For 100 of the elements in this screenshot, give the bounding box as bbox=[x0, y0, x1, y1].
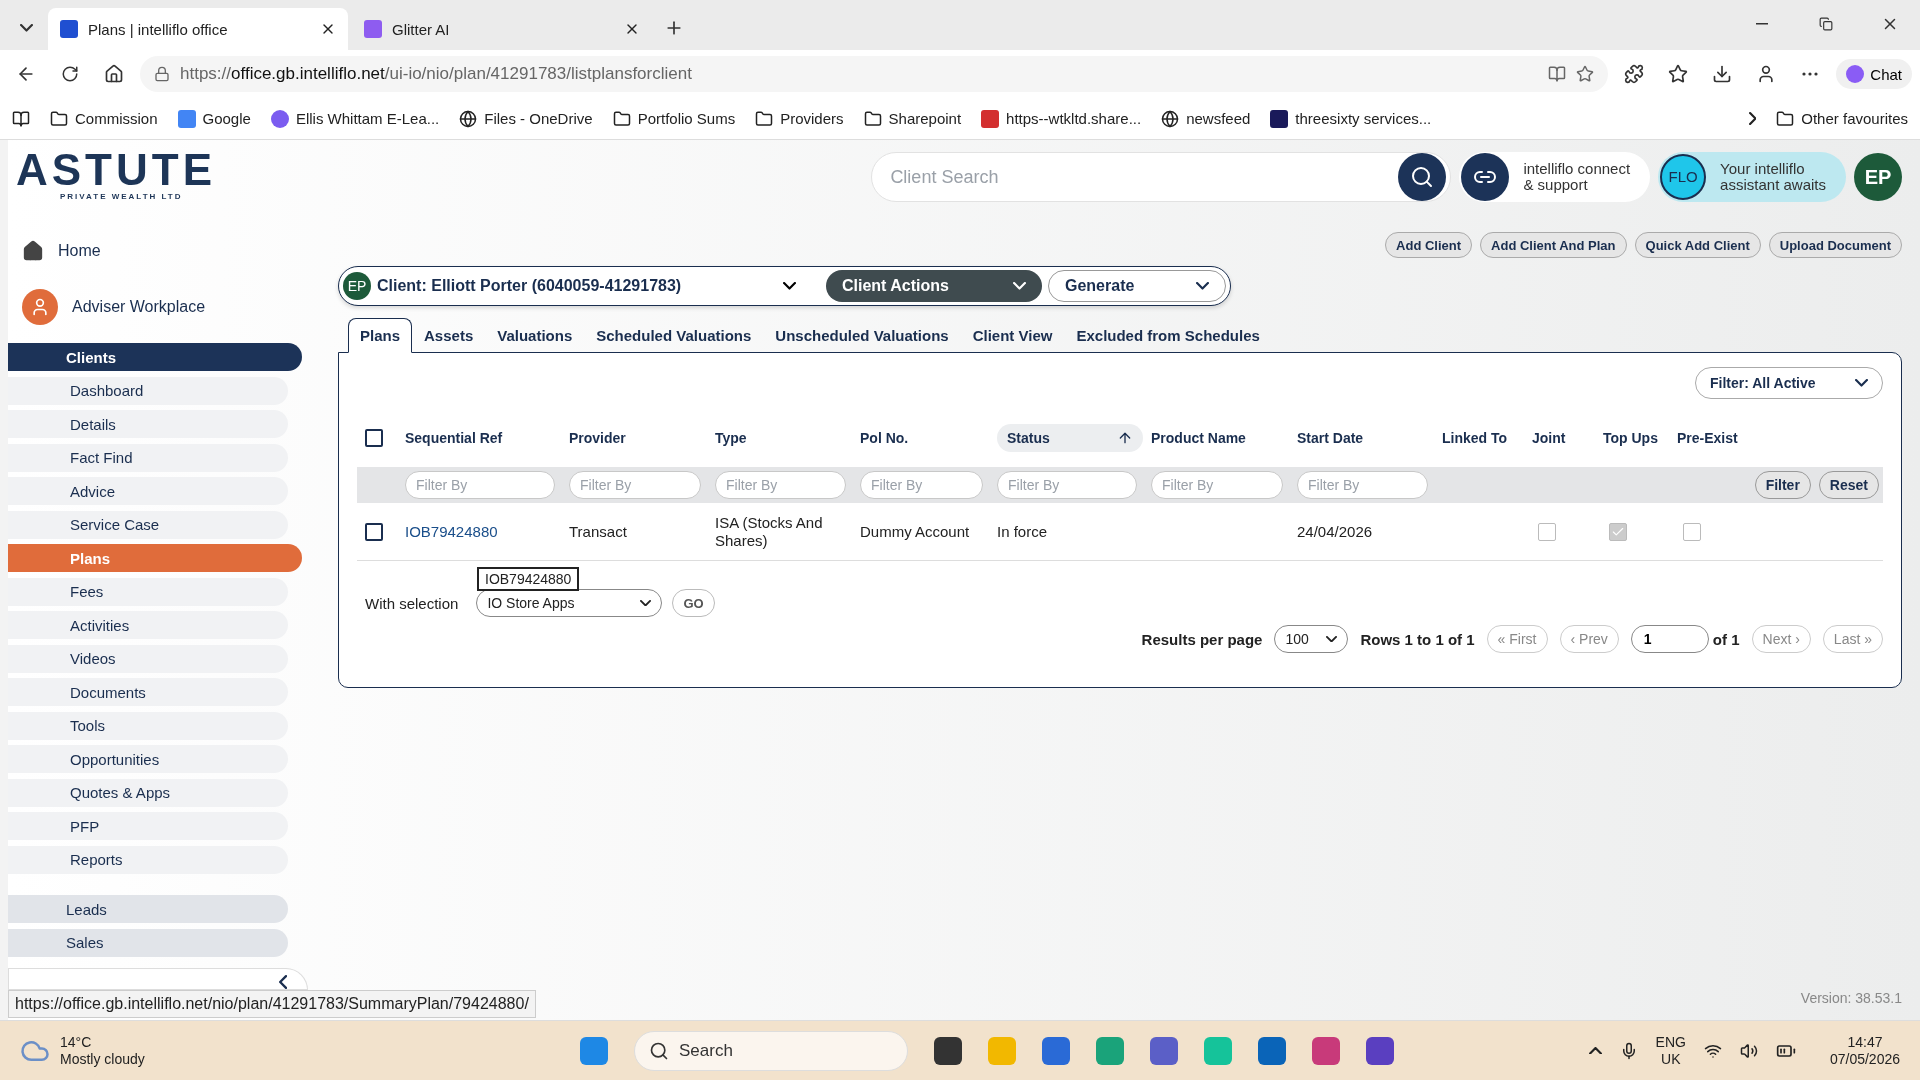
filter-input[interactable]: Filter By bbox=[997, 471, 1137, 499]
filter-input[interactable]: Filter By bbox=[569, 471, 701, 499]
first-page-button[interactable]: « First bbox=[1486, 625, 1548, 653]
filter-input[interactable]: Filter By bbox=[1151, 471, 1283, 499]
page-tab[interactable]: Excluded from Schedules bbox=[1064, 318, 1272, 353]
action-button[interactable]: Upload Document bbox=[1768, 232, 1902, 258]
sidebar-item[interactable]: Opportunities bbox=[8, 745, 288, 773]
column-header[interactable]: Status bbox=[997, 424, 1143, 452]
sidebar-item[interactable]: PFP bbox=[8, 812, 288, 840]
assistant-text: Your intelliflo bbox=[1720, 160, 1806, 177]
home-link[interactable]: Home bbox=[8, 231, 318, 271]
select-all-checkbox[interactable] bbox=[365, 429, 383, 447]
sidebar-item[interactable]: Fees bbox=[8, 577, 288, 606]
column-header[interactable]: Joint bbox=[1532, 428, 1603, 448]
reset-button[interactable]: Reset bbox=[1818, 471, 1879, 499]
bookmark-link[interactable]: Other favourites bbox=[1776, 109, 1908, 128]
prev-page-button[interactable]: ‹ Prev bbox=[1559, 625, 1619, 653]
column-header[interactable]: Provider bbox=[569, 428, 715, 448]
bookmark-link[interactable]: Providers bbox=[755, 109, 844, 128]
bookmark-link[interactable]: Files - OneDrive bbox=[459, 109, 593, 128]
star-icon bbox=[1576, 65, 1595, 83]
browser-tab[interactable]: Glitter AI bbox=[352, 8, 652, 50]
page-tab[interactable]: Scheduled Valuations bbox=[584, 318, 764, 353]
clock-time[interactable]: 14:47 bbox=[1829, 1033, 1900, 1051]
filter-input[interactable]: Filter By bbox=[860, 471, 983, 499]
chat-button[interactable]: Chat bbox=[1836, 59, 1912, 89]
sidebar-item[interactable]: Videos bbox=[8, 644, 288, 673]
google-icon bbox=[177, 109, 196, 128]
go-button[interactable]: GO bbox=[672, 589, 715, 617]
status-cell-text: In force bbox=[997, 522, 1049, 541]
column-header[interactable]: Linked To bbox=[1442, 428, 1532, 448]
bookmark-link[interactable]: Portfolio Sums bbox=[612, 109, 736, 128]
sidebar-item[interactable]: Service Case bbox=[8, 510, 288, 539]
sidebar-item[interactable]: Clients bbox=[8, 343, 302, 371]
sidebar-item[interactable]: Fact Find bbox=[8, 443, 288, 472]
bookmark-link[interactable]: Sharepoint bbox=[863, 109, 962, 128]
column-header[interactable]: Pre-Exist bbox=[1677, 428, 1751, 448]
bookmark-link[interactable]: Google bbox=[177, 109, 251, 128]
sidebar-item[interactable]: Advice bbox=[8, 477, 288, 505]
column-header[interactable]: Start Date bbox=[1297, 428, 1442, 448]
puzzle-icon bbox=[1624, 64, 1645, 84]
clock-date[interactable]: 07/05/2026 bbox=[1829, 1050, 1900, 1068]
generate-button[interactable]: Generate bbox=[1048, 270, 1226, 302]
language[interactable]: ENG bbox=[1655, 1033, 1686, 1051]
column-header[interactable]: Pol No. bbox=[860, 428, 997, 448]
bookmark-link[interactable]: https--wtkltd.share... bbox=[981, 109, 1142, 128]
bookmark-link[interactable]: newsfeed bbox=[1161, 109, 1251, 128]
sidebar-item[interactable]: Details bbox=[8, 410, 288, 438]
sidebar-item[interactable]: Sales bbox=[8, 928, 288, 957]
page-tab[interactable]: Plans bbox=[348, 318, 413, 353]
page-tab[interactable]: Unscheduled Valuations bbox=[763, 318, 961, 353]
client-search-field[interactable]: Client Search bbox=[888, 165, 1399, 189]
sidebar-item[interactable]: Activities bbox=[8, 611, 288, 639]
start-button[interactable] bbox=[580, 1036, 608, 1065]
page-tab[interactable]: Valuations bbox=[485, 318, 585, 353]
last-page-button[interactable]: Last » bbox=[1822, 625, 1883, 653]
sidebar-item[interactable]: Quotes & Apps bbox=[8, 778, 288, 807]
taskbar-search[interactable]: Search bbox=[634, 1030, 908, 1071]
workplace-link[interactable]: Adviser Workplace bbox=[8, 287, 318, 327]
sidebar-item[interactable]: Leads bbox=[8, 895, 288, 923]
column-header[interactable]: Product Name bbox=[1151, 428, 1297, 448]
taskbar-app-icon[interactable] bbox=[934, 1036, 962, 1065]
taskbar-app-icon[interactable] bbox=[1366, 1036, 1394, 1065]
filter-input[interactable]: Filter By bbox=[405, 471, 555, 499]
chevron-down-icon bbox=[1013, 282, 1026, 290]
url-text: https://office.gb.intelliflo.net/ui-io/nio/plan/41291783/listplansforclient bbox=[180, 64, 692, 84]
column-header[interactable]: Type bbox=[715, 428, 860, 448]
address-bar[interactable]: https://office.gb.intelliflo.net/ui-io/nio/plan/41291783/listplansforclient bbox=[140, 56, 1609, 92]
taskbar-app-icon[interactable] bbox=[1258, 1036, 1286, 1065]
search-button[interactable] bbox=[1398, 153, 1447, 201]
sidebar-item[interactable]: Tools bbox=[8, 711, 288, 740]
assistant-button[interactable]: FLO Your intelliflo assistant awaits bbox=[1658, 152, 1846, 202]
page-number-field[interactable]: 1 bbox=[1630, 625, 1709, 653]
sidebar-item[interactable]: Documents bbox=[8, 678, 288, 706]
bookmark-link[interactable]: Ellis Whittam E-Lea... bbox=[270, 109, 440, 128]
action-button[interactable]: Add Client bbox=[1385, 232, 1473, 258]
page-tab[interactable]: Client View bbox=[960, 318, 1065, 353]
connect-support-button[interactable]: intelliflo connect & support bbox=[1459, 152, 1651, 202]
taskbar-app-icon[interactable] bbox=[1150, 1036, 1178, 1065]
browser-tab[interactable]: Plans | intelliflo office bbox=[48, 8, 348, 50]
bookmark-link[interactable]: Commission bbox=[50, 109, 158, 128]
client-actions-button[interactable]: Client Actions bbox=[826, 270, 1042, 302]
action-button[interactable]: Quick Add Client bbox=[1634, 232, 1761, 258]
with-selection-label: With selection bbox=[365, 594, 459, 612]
column-header[interactable]: Sequential Ref bbox=[405, 428, 569, 448]
search-bar[interactable]: Client Search bbox=[871, 152, 1452, 202]
next-page-button[interactable]: Next › bbox=[1751, 625, 1811, 653]
action-button[interactable]: Add Client And Plan bbox=[1480, 232, 1627, 258]
page-tab[interactable]: Assets bbox=[412, 318, 486, 353]
plan-ref-link[interactable]: IOB79424880 bbox=[405, 522, 498, 540]
sidebar-item[interactable]: Reports bbox=[8, 845, 288, 874]
row-checkbox[interactable] bbox=[365, 522, 383, 541]
filter-button[interactable]: Filter bbox=[1754, 471, 1811, 499]
sidebar-item[interactable]: Dashboard bbox=[8, 376, 288, 405]
column-header[interactable]: Top Ups bbox=[1603, 428, 1677, 448]
region[interactable]: UK bbox=[1655, 1050, 1686, 1068]
bookmark-link[interactable]: threesixty services... bbox=[1270, 109, 1432, 128]
filter-input[interactable]: Filter By bbox=[715, 471, 846, 499]
filter-input[interactable]: Filter By bbox=[1297, 471, 1428, 499]
user-avatar[interactable]: EP bbox=[1854, 153, 1902, 201]
